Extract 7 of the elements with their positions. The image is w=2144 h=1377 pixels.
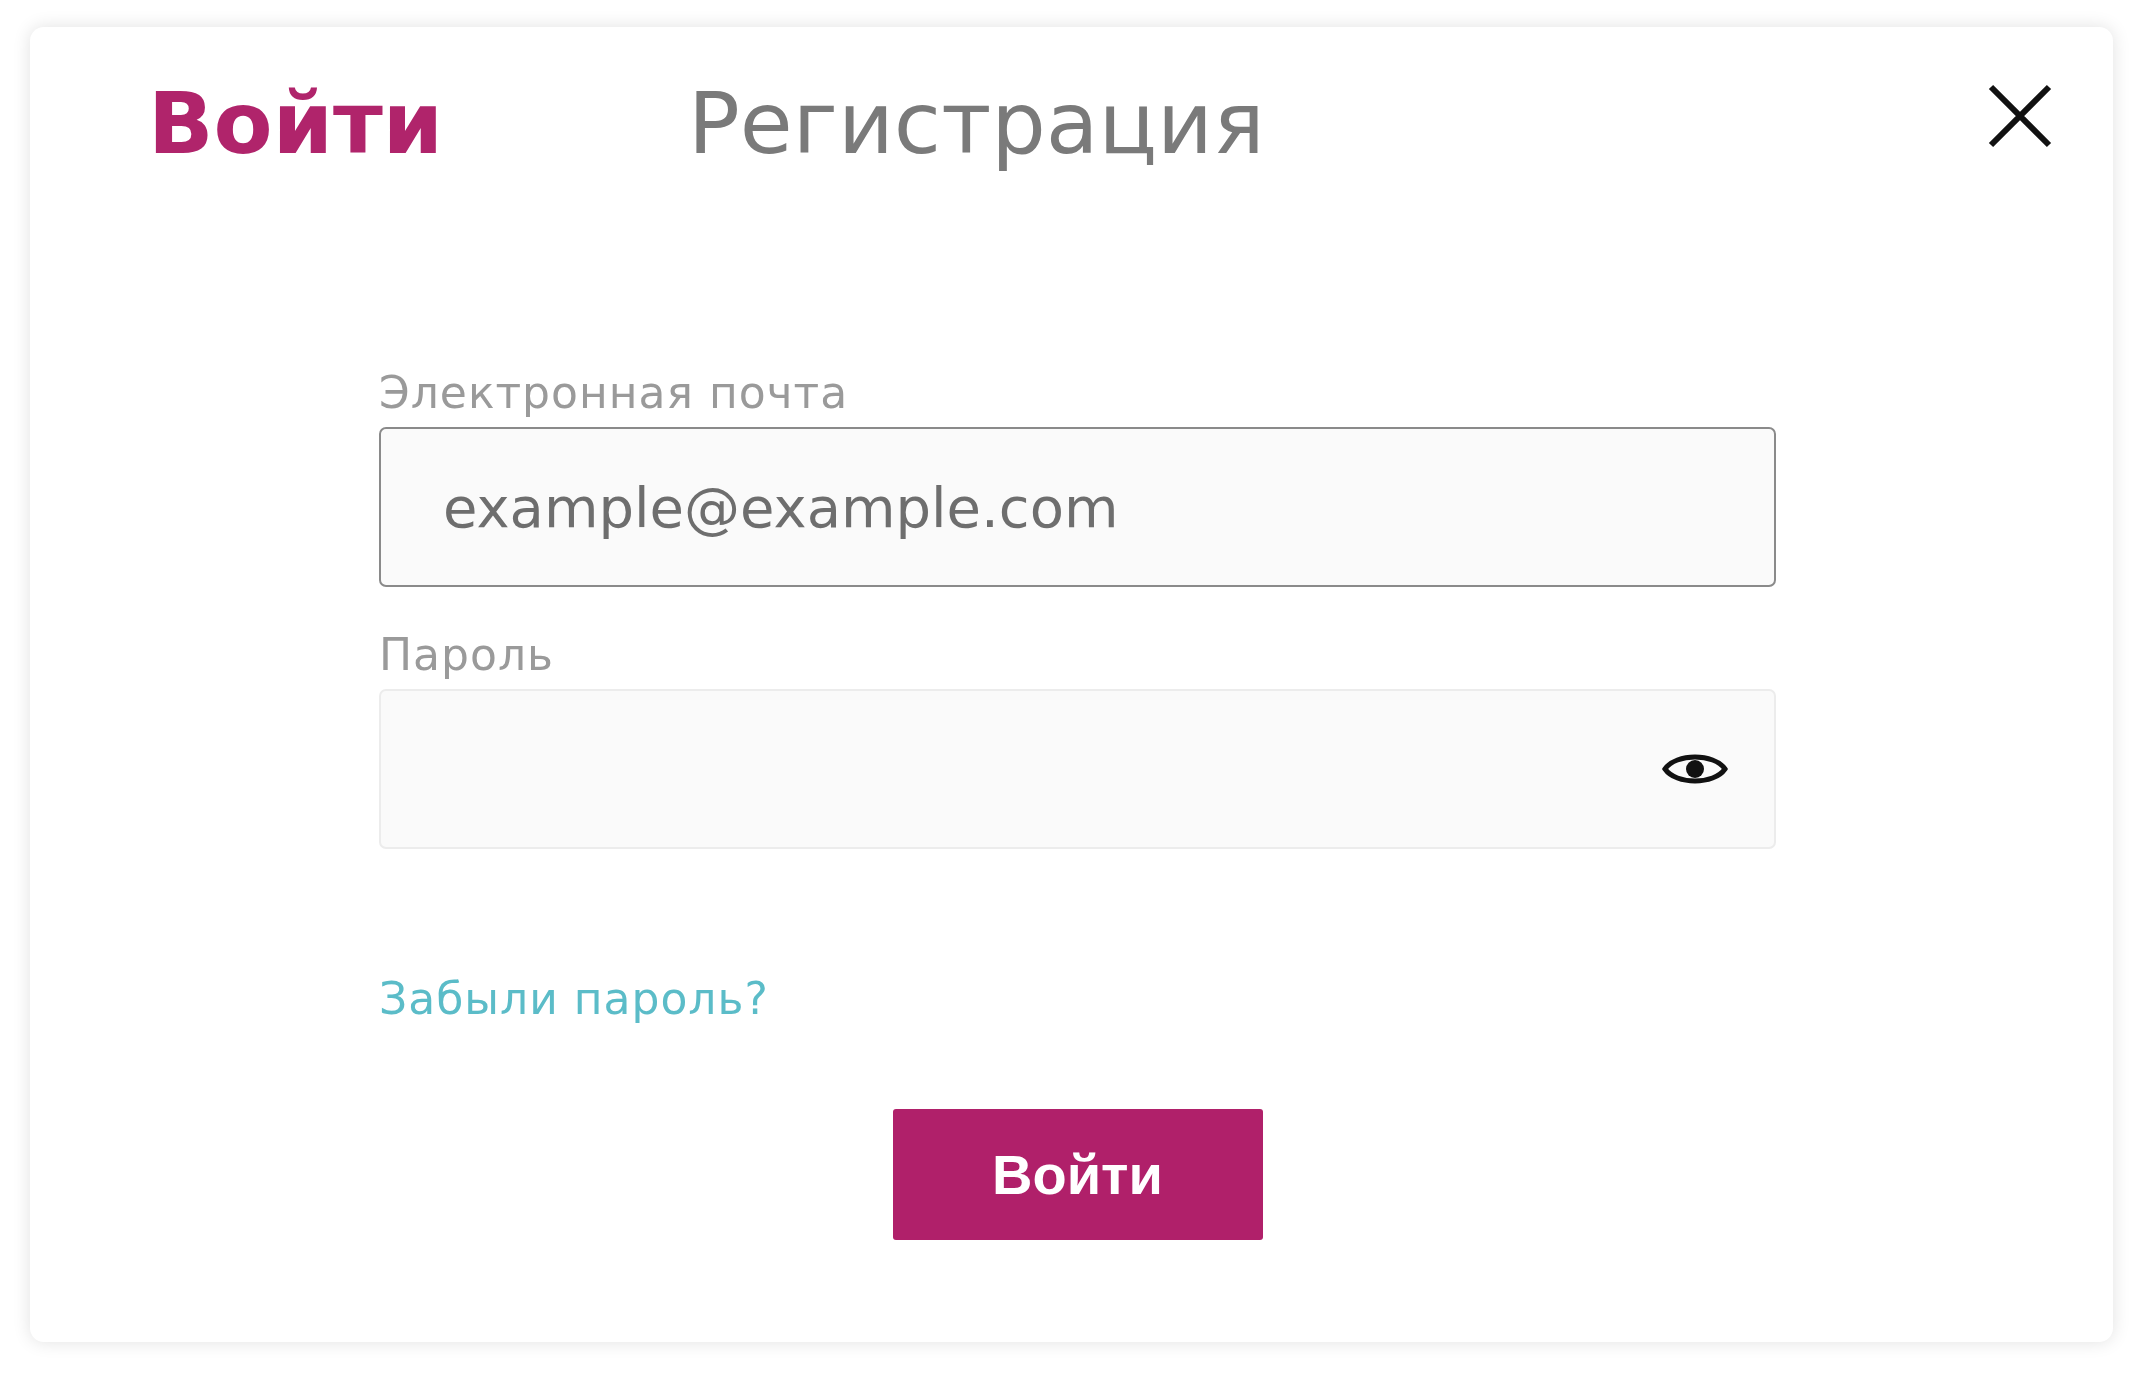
close-button[interactable] (1987, 83, 2053, 149)
field-label: Пароль (379, 628, 555, 682)
login-button[interactable]: Войти (892, 1109, 1263, 1240)
tab[interactable]: Войти (148, 63, 443, 183)
input-field[interactable]: example@example.com (379, 427, 1776, 587)
tab[interactable]: Регистрация (688, 63, 1265, 183)
field-label: Электронная почта (379, 366, 850, 420)
